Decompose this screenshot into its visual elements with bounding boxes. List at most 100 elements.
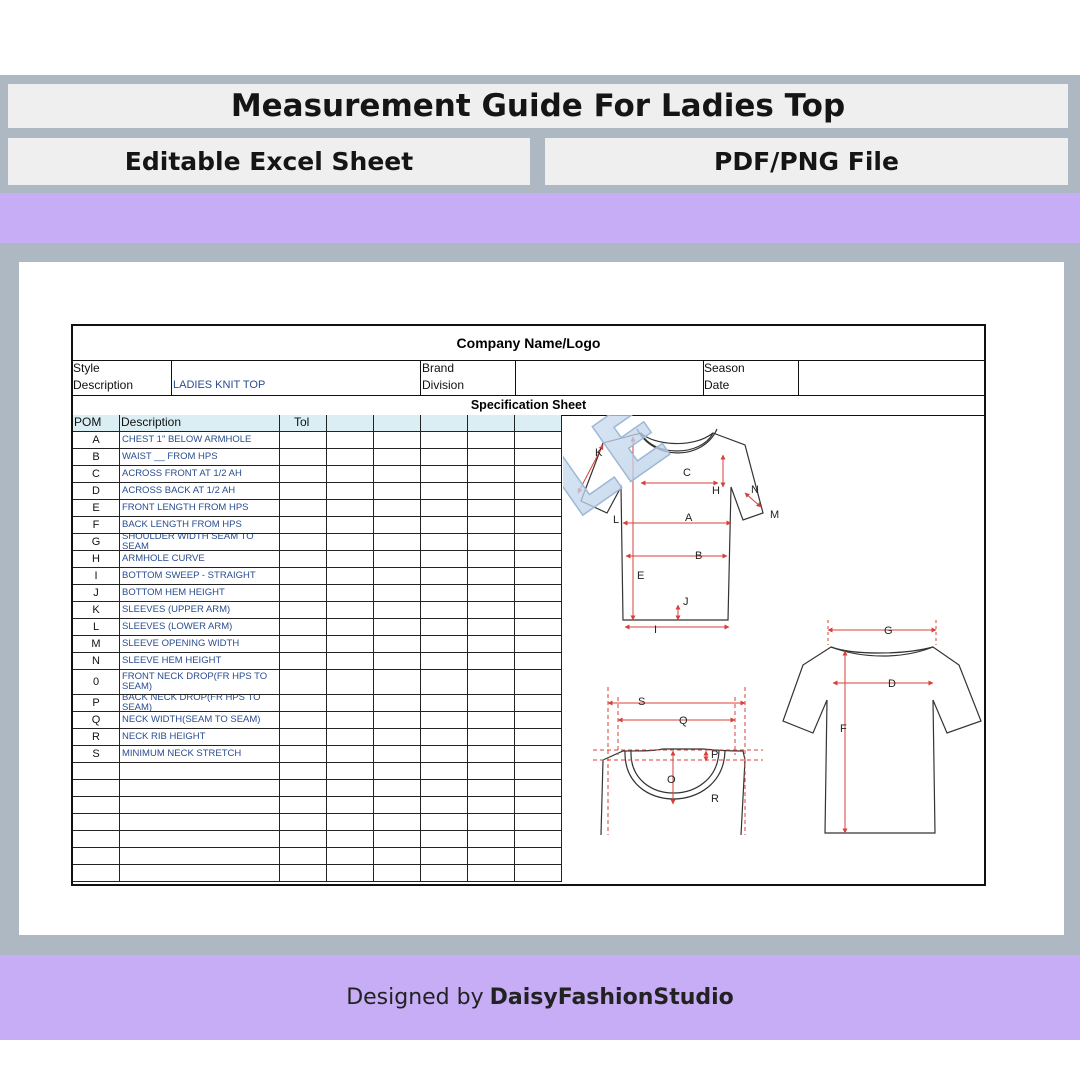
value-cell: [280, 848, 327, 865]
value-cell: [327, 585, 374, 602]
pom-code: P: [73, 695, 120, 712]
value-cell: [468, 517, 515, 534]
value-cell: [515, 551, 562, 568]
value-cell: [374, 797, 421, 814]
pom-code: D: [73, 483, 120, 500]
value-cell: [421, 602, 468, 619]
value-cell: [327, 695, 374, 712]
value-cell: [515, 763, 562, 780]
value-cell: [468, 780, 515, 797]
value-cell: [468, 449, 515, 466]
value-cell: [374, 729, 421, 746]
value-cell: [374, 831, 421, 848]
header-cell: [468, 415, 515, 432]
sketch-label-i: I: [654, 624, 657, 636]
value-cell: [515, 831, 562, 848]
value-cell: [327, 814, 374, 831]
value-cell: [327, 636, 374, 653]
sketch-label-a: A: [685, 512, 693, 524]
value-cell: [374, 568, 421, 585]
sketch-label-o: O: [667, 774, 676, 786]
pom-description: [120, 763, 280, 780]
pom-description: [120, 797, 280, 814]
lavender-strip: [0, 193, 1080, 243]
brand-label-line: Brand: [422, 361, 455, 375]
pom-code: J: [73, 585, 120, 602]
value-cell: [421, 729, 468, 746]
footer: Designed by DaisyFashionStudio: [0, 955, 1080, 1040]
value-cell: [280, 483, 327, 500]
pom-code: G: [73, 534, 120, 551]
sketch-label-p: P: [711, 749, 718, 761]
pom-code: S: [73, 746, 120, 763]
value-cell: [515, 695, 562, 712]
value-cell: [515, 653, 562, 670]
value-cell: [280, 551, 327, 568]
value-cell: [374, 534, 421, 551]
excel-label: Editable Excel Sheet: [8, 138, 530, 185]
value-cell: [374, 712, 421, 729]
value-cell: [374, 466, 421, 483]
header-cell: [374, 415, 421, 432]
value-cell: [327, 449, 374, 466]
value-cell: [468, 636, 515, 653]
sketch-label-n: N: [751, 484, 759, 496]
value-cell: [374, 585, 421, 602]
garment-sketches: SAMPLE K C H N M L A B E J I G D F S Q P…: [563, 415, 982, 836]
value-cell: [421, 466, 468, 483]
value-cell: [468, 432, 515, 449]
pom-description: NECK WIDTH(SEAM TO SEAM): [120, 712, 280, 729]
sketch-label-b: B: [695, 550, 702, 562]
pom-description: BACK LENGTH FROM HPS: [120, 517, 280, 534]
value-cell: [468, 763, 515, 780]
value-cell: [421, 763, 468, 780]
value-cell: [327, 568, 374, 585]
footer-brand: DaisyFashionStudio: [489, 985, 734, 1010]
value-cell: [280, 729, 327, 746]
value-cell: [421, 865, 468, 882]
sketch-label-l: L: [613, 514, 619, 526]
value-cell: [374, 636, 421, 653]
sketch-label-q: Q: [679, 715, 688, 727]
value-cell: [280, 517, 327, 534]
value-cell: [515, 483, 562, 500]
divider: [798, 360, 799, 395]
pom-code: [73, 814, 120, 831]
value-cell: [421, 500, 468, 517]
header-cell: [327, 415, 374, 432]
value-cell: [515, 636, 562, 653]
value-cell: [327, 517, 374, 534]
pom-code: [73, 763, 120, 780]
pom-code: R: [73, 729, 120, 746]
header-cell: Description: [120, 415, 280, 432]
value-cell: [468, 797, 515, 814]
pom-code: A: [73, 432, 120, 449]
value-cell: [421, 517, 468, 534]
value-cell: [515, 568, 562, 585]
value-cell: [468, 746, 515, 763]
pom-description: SLEEVES (UPPER ARM): [120, 602, 280, 619]
value-cell: [468, 551, 515, 568]
value-cell: [280, 602, 327, 619]
header-cell: POM: [73, 415, 120, 432]
value-cell: [280, 534, 327, 551]
pom-table: POM Description Tol A CHEST 1" BELOW ARMHOLE…: [73, 415, 562, 884]
season-label: Season Date: [704, 360, 794, 395]
value-cell: [280, 712, 327, 729]
value-cell: [327, 831, 374, 848]
value-cell: [374, 517, 421, 534]
value-cell: [421, 797, 468, 814]
value-cell: [280, 636, 327, 653]
pom-code: L: [73, 619, 120, 636]
value-cell: [327, 865, 374, 882]
pom-description: [120, 780, 280, 797]
value-cell: [421, 653, 468, 670]
value-cell: [421, 619, 468, 636]
value-cell: [421, 551, 468, 568]
value-cell: [515, 670, 562, 695]
value-cell: [515, 619, 562, 636]
value-cell: [421, 636, 468, 653]
pom-description: SHOULDER WIDTH SEAM TO SEAM: [120, 534, 280, 551]
pom-code: H: [73, 551, 120, 568]
page-title: Measurement Guide For Ladies Top: [8, 84, 1068, 128]
